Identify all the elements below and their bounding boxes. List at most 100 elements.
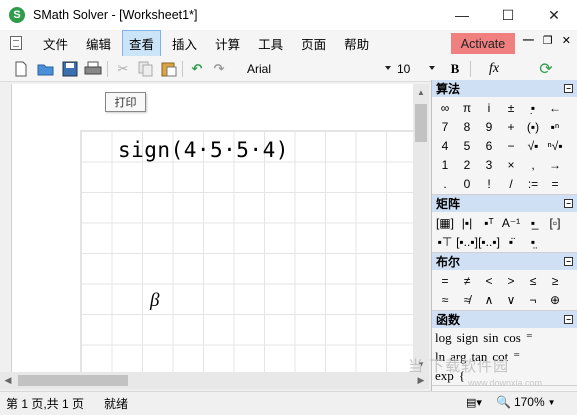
matrix-symbol-button[interactable]: ▪̤	[522, 232, 544, 251]
arithmetic-symbol-button[interactable]: /	[500, 174, 522, 193]
matrix-symbol-button[interactable]: ▪ᵀ	[478, 213, 500, 232]
doc-minimize-button[interactable]: —	[523, 34, 534, 47]
arithmetic-symbol-button[interactable]: 0	[456, 174, 478, 193]
menu-calculate[interactable]: 计算	[208, 30, 247, 57]
zoom-control[interactable]: 🔍 170% ▼	[496, 395, 556, 409]
arithmetic-symbol-button[interactable]: 6	[478, 136, 500, 155]
matrix-symbol-button[interactable]: [▫]	[544, 213, 566, 232]
arithmetic-symbol-button[interactable]: √▪	[522, 136, 544, 155]
matrix-symbol-button[interactable]: ▪̲	[522, 213, 544, 232]
arithmetic-symbol-button[interactable]: 1	[434, 155, 456, 174]
undo-icon[interactable]: ↶	[188, 60, 206, 78]
function-button[interactable]: log	[435, 330, 452, 346]
arithmetic-symbol-button[interactable]: −	[500, 136, 522, 155]
page-layout-icon[interactable]: ▤▾	[466, 396, 482, 409]
cut-icon[interactable]: ✂	[114, 60, 132, 78]
menu-view[interactable]: 查看	[122, 29, 162, 57]
function-button[interactable]: sign	[457, 330, 479, 346]
menu-insert[interactable]: 插入	[165, 30, 204, 57]
arithmetic-symbol-button[interactable]: ×	[500, 155, 522, 174]
menu-page[interactable]: 页面	[294, 30, 333, 57]
worksheet-canvas[interactable]: 打印 sign(4·5·5·4) β	[12, 84, 413, 372]
document-icon[interactable]	[10, 36, 22, 50]
function-button[interactable]: sin	[483, 330, 498, 346]
arithmetic-symbol-button[interactable]: π	[456, 98, 478, 117]
scroll-up-icon[interactable]: ▲	[413, 84, 429, 100]
matrix-symbol-button[interactable]: ▪⊤	[434, 232, 456, 251]
arithmetic-symbol-button[interactable]: 8	[456, 117, 478, 136]
collapse-icon[interactable]: −	[564, 257, 573, 266]
matrix-symbol-button[interactable]: [▦]	[434, 213, 456, 232]
font-size-select[interactable]: 10	[397, 59, 437, 79]
arithmetic-symbol-button[interactable]: ±	[500, 98, 522, 117]
print-icon[interactable]	[84, 60, 102, 78]
function-button[interactable]: fx	[485, 60, 503, 78]
open-icon[interactable]	[37, 60, 55, 78]
scroll-left-icon[interactable]: ◀	[0, 372, 16, 389]
horizontal-scrollbar[interactable]: ◀ ▶	[0, 372, 429, 389]
boolean-symbol-button[interactable]: <	[478, 271, 500, 290]
math-symbol[interactable]: β	[150, 290, 159, 312]
menu-help[interactable]: 帮助	[337, 30, 376, 57]
collapse-icon[interactable]: −	[564, 199, 573, 208]
vertical-scroll-thumb[interactable]	[415, 104, 427, 142]
boolean-symbol-button[interactable]: >	[500, 271, 522, 290]
close-button[interactable]: ✕	[531, 0, 577, 30]
arithmetic-symbol-button[interactable]: (▪)	[522, 117, 544, 136]
functions-header[interactable]: 函数 −	[432, 311, 577, 328]
arithmetic-symbol-button[interactable]: 5	[456, 136, 478, 155]
arithmetic-symbol-button[interactable]: ⁿ√▪	[544, 136, 566, 155]
matrix-symbol-button[interactable]: A⁻¹	[500, 213, 522, 232]
arithmetic-symbol-button[interactable]: ∞	[434, 98, 456, 117]
arithmetic-symbol-button[interactable]: i	[478, 98, 500, 117]
arithmetic-symbol-button[interactable]: !	[478, 174, 500, 193]
boolean-symbol-button[interactable]: ≤	[522, 271, 544, 290]
doc-restore-button[interactable]: ❐	[543, 34, 553, 47]
function-button[interactable]: ⁼	[526, 330, 533, 346]
arithmetic-symbol-button[interactable]: ▪ⁿ	[544, 117, 566, 136]
activate-button[interactable]: Activate	[451, 33, 515, 54]
arithmetic-symbol-button[interactable]: 3	[478, 155, 500, 174]
new-icon[interactable]	[12, 60, 30, 78]
paste-icon[interactable]	[160, 60, 178, 78]
arithmetic-symbol-button[interactable]: 4	[434, 136, 456, 155]
arithmetic-symbol-button[interactable]: +	[500, 117, 522, 136]
calc-icon[interactable]: ⟳	[537, 60, 555, 78]
horizontal-scroll-thumb[interactable]	[18, 375, 128, 386]
boolean-symbol-button[interactable]: ≥	[544, 271, 566, 290]
boolean-symbol-button[interactable]: =	[434, 271, 456, 290]
math-expression[interactable]: sign(4·5·5·4)	[118, 138, 289, 162]
menu-file[interactable]: 文件	[36, 30, 75, 57]
collapse-icon[interactable]: −	[564, 315, 573, 324]
minimize-button[interactable]: —	[439, 0, 485, 30]
arithmetic-symbol-button[interactable]: ▪̣	[522, 98, 544, 117]
doc-close-button[interactable]: ✕	[562, 34, 571, 47]
copy-icon[interactable]	[137, 60, 155, 78]
matrix-symbol-button[interactable]: [▪..▪]	[478, 232, 500, 251]
matrix-symbol-button[interactable]: |▪|	[456, 213, 478, 232]
arithmetic-symbol-button[interactable]: ←	[544, 98, 566, 117]
function-button[interactable]: cos	[503, 330, 520, 346]
maximize-button[interactable]: ☐	[485, 0, 531, 30]
arithmetic-symbol-button[interactable]: .	[434, 174, 456, 193]
vertical-scrollbar[interactable]: ▲ ▼	[413, 84, 429, 372]
boolean-symbol-button[interactable]: ⊕	[544, 290, 566, 309]
boolean-symbol-button[interactable]: ≈	[434, 290, 456, 309]
matrix-header[interactable]: 矩阵 −	[432, 195, 577, 212]
arithmetic-symbol-button[interactable]: →	[544, 155, 566, 174]
boolean-header[interactable]: 布尔 −	[432, 253, 577, 270]
matrix-symbol-button[interactable]: [▪..▪]	[456, 232, 478, 251]
boolean-symbol-button[interactable]: ∧	[478, 290, 500, 309]
arithmetic-symbol-button[interactable]: =	[544, 174, 566, 193]
function-button[interactable]: ⁼	[513, 349, 520, 365]
boolean-symbol-button[interactable]: ≉	[456, 290, 478, 309]
boolean-symbol-button[interactable]: ¬	[522, 290, 544, 309]
save-icon[interactable]	[61, 60, 79, 78]
arithmetic-symbol-button[interactable]: 9	[478, 117, 500, 136]
collapse-icon[interactable]: −	[564, 84, 573, 93]
arithmetic-symbol-button[interactable]: :=	[522, 174, 544, 193]
menu-tools[interactable]: 工具	[251, 30, 290, 57]
bold-button[interactable]: B	[446, 60, 464, 78]
menu-edit[interactable]: 编辑	[79, 30, 118, 57]
font-select[interactable]: Arial	[247, 59, 393, 79]
